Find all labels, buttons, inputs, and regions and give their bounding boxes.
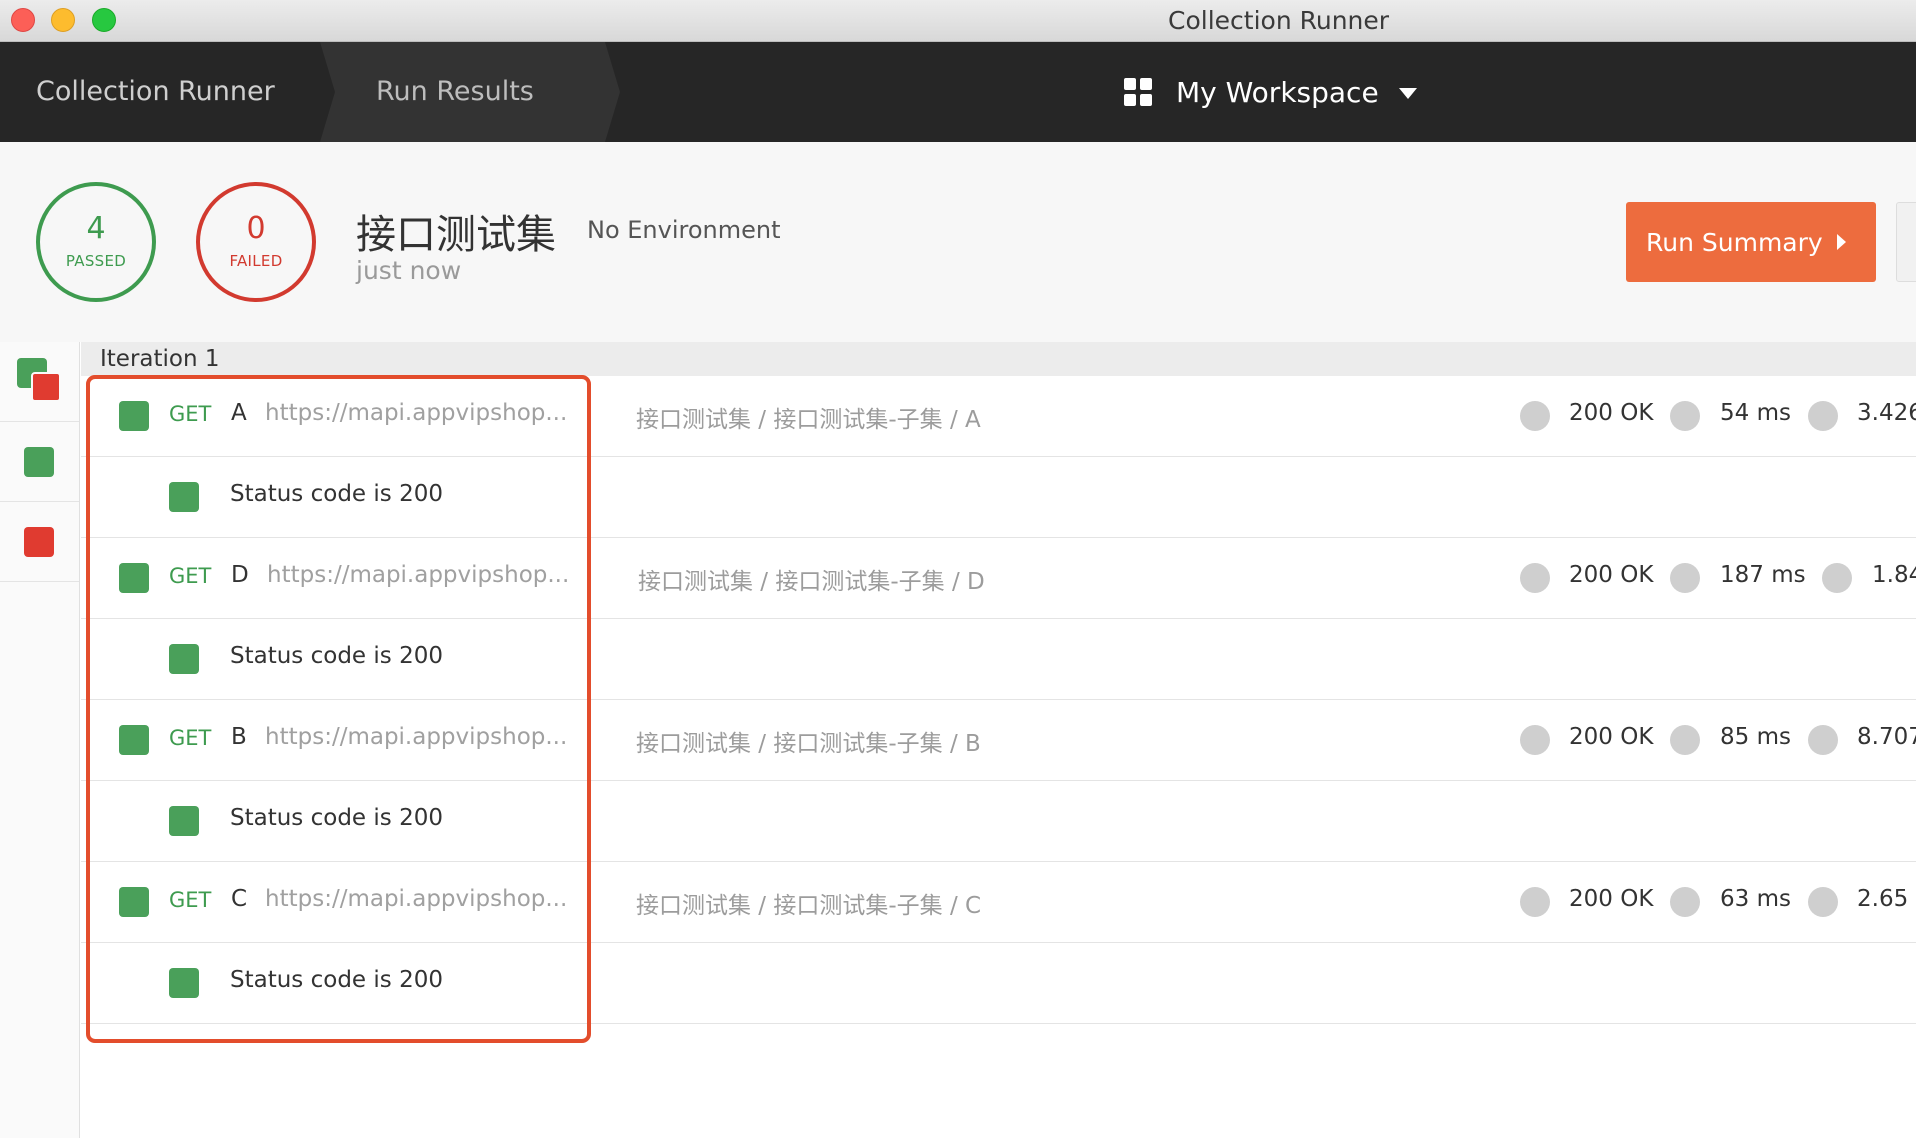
pass-square-icon xyxy=(169,644,199,674)
response-size: 3.426 xyxy=(1857,400,1916,426)
request-name: A xyxy=(231,400,247,426)
fail-square-icon xyxy=(31,372,61,402)
response-size: 2.65 k xyxy=(1857,886,1916,912)
close-window-button[interactable] xyxy=(11,8,35,32)
size-dot-icon xyxy=(1808,887,1838,917)
test-row: Status code is 200 xyxy=(81,619,1916,700)
pass-square-icon xyxy=(24,447,54,477)
request-path: 接口测试集 / 接口测试集-子集 / D xyxy=(638,569,985,595)
run-summary-button[interactable]: Run Summary xyxy=(1626,202,1876,282)
zoom-window-button[interactable] xyxy=(92,8,116,32)
request-method: GET xyxy=(169,402,212,426)
test-row: Status code is 200 xyxy=(81,943,1916,1024)
request-name: D xyxy=(231,562,249,588)
test-row: Status code is 200 xyxy=(81,457,1916,538)
passed-label: PASSED xyxy=(65,252,127,270)
breadcrumb-collection-runner[interactable]: Collection Runner xyxy=(36,42,275,142)
window-title: Collection Runner xyxy=(1168,6,1390,35)
test-name: Status code is 200 xyxy=(230,481,443,507)
title-bar: Collection Runner xyxy=(0,0,1916,42)
top-nav: Collection Runner Run Results My Workspa… xyxy=(0,42,1916,142)
fail-square-icon xyxy=(24,527,54,557)
size-dot-icon xyxy=(1822,563,1852,593)
iteration-label: Iteration 1 xyxy=(100,346,220,372)
request-url[interactable]: https://mapi.appvipshop... xyxy=(265,724,567,750)
request-path: 接口测试集 / 接口测试集-子集 / A xyxy=(636,407,981,433)
request-row[interactable]: GET C https://mapi.appvipshop... 接口测试集 /… xyxy=(81,862,1916,943)
request-path: 接口测试集 / 接口测试集-子集 / C xyxy=(636,893,982,919)
collection-runner-window: Collection Runner Collection Runner Run … xyxy=(0,0,1916,1138)
pass-square-icon xyxy=(169,482,199,512)
response-status: 200 OK xyxy=(1569,562,1654,588)
test-name: Status code is 200 xyxy=(230,967,443,993)
request-method: GET xyxy=(169,726,212,750)
request-row[interactable]: GET B https://mapi.appvipshop... 接口测试集 /… xyxy=(81,700,1916,781)
run-summary-header: 4 PASSED 0 FAILED 接口测试集 No Environment j… xyxy=(0,142,1916,342)
response-status: 200 OK xyxy=(1569,724,1654,750)
pass-square-icon xyxy=(169,968,199,998)
request-path: 接口测试集 / 接口测试集-子集 / B xyxy=(636,731,981,757)
request-row[interactable]: GET D https://mapi.appvipshop... 接口测试集 /… xyxy=(81,538,1916,619)
test-row: Status code is 200 xyxy=(81,781,1916,862)
request-name: B xyxy=(231,724,247,750)
filter-failed[interactable] xyxy=(0,502,79,582)
passed-count: 4 xyxy=(86,211,106,246)
response-status: 200 OK xyxy=(1569,886,1654,912)
request-method: GET xyxy=(169,564,212,588)
workspace-name: My Workspace xyxy=(1176,75,1379,109)
play-arrow-icon xyxy=(1837,234,1846,250)
request-url[interactable]: https://mapi.appvipshop... xyxy=(265,400,567,426)
minimize-window-button[interactable] xyxy=(51,8,75,32)
request-url[interactable]: https://mapi.appvipshop... xyxy=(267,562,569,588)
filter-all[interactable] xyxy=(0,342,79,422)
filter-passed[interactable] xyxy=(0,422,79,502)
failed-label: FAILED xyxy=(229,252,283,270)
request-url[interactable]: https://mapi.appvipshop... xyxy=(265,886,567,912)
pass-square-icon xyxy=(119,401,149,431)
response-size: 8.707 xyxy=(1857,724,1916,750)
workspace-grid-icon xyxy=(1124,78,1152,106)
failed-counter: 0 FAILED xyxy=(196,182,316,302)
response-time: 187 ms xyxy=(1720,562,1806,588)
time-dot-icon xyxy=(1670,401,1700,431)
iteration-header xyxy=(81,342,1916,376)
environment-label: No Environment xyxy=(587,216,781,244)
size-dot-icon xyxy=(1808,725,1838,755)
request-method: GET xyxy=(169,888,212,912)
status-dot-icon xyxy=(1520,563,1550,593)
pass-square-icon xyxy=(119,563,149,593)
response-time: 85 ms xyxy=(1720,724,1791,750)
pass-square-icon xyxy=(119,725,149,755)
test-name: Status code is 200 xyxy=(230,643,443,669)
run-summary-label: Run Summary xyxy=(1646,227,1823,257)
result-filter-rail xyxy=(0,342,80,1138)
size-dot-icon xyxy=(1808,401,1838,431)
secondary-action-button[interactable] xyxy=(1896,202,1916,282)
response-status: 200 OK xyxy=(1569,400,1654,426)
request-row[interactable]: GET A https://mapi.appvipshop... 接口测试集 /… xyxy=(81,376,1916,457)
time-dot-icon xyxy=(1670,725,1700,755)
status-dot-icon xyxy=(1520,725,1550,755)
run-time: just now xyxy=(356,256,462,285)
results-list: GET A https://mapi.appvipshop... 接口测试集 /… xyxy=(81,376,1916,1024)
pass-square-icon xyxy=(169,806,199,836)
collection-name: 接口测试集 xyxy=(356,212,556,258)
request-name: C xyxy=(231,886,248,912)
response-time: 63 ms xyxy=(1720,886,1791,912)
response-size: 1.84 xyxy=(1872,562,1916,588)
failed-count: 0 xyxy=(246,211,266,246)
status-dot-icon xyxy=(1520,887,1550,917)
pass-square-icon xyxy=(119,887,149,917)
workspace-switcher[interactable]: My Workspace xyxy=(1124,42,1417,142)
response-time: 54 ms xyxy=(1720,400,1791,426)
breadcrumb-run-results[interactable]: Run Results xyxy=(376,42,534,142)
chevron-down-icon xyxy=(1398,87,1417,99)
test-name: Status code is 200 xyxy=(230,805,443,831)
status-dot-icon xyxy=(1520,401,1550,431)
time-dot-icon xyxy=(1670,887,1700,917)
time-dot-icon xyxy=(1670,563,1700,593)
passed-counter: 4 PASSED xyxy=(36,182,156,302)
